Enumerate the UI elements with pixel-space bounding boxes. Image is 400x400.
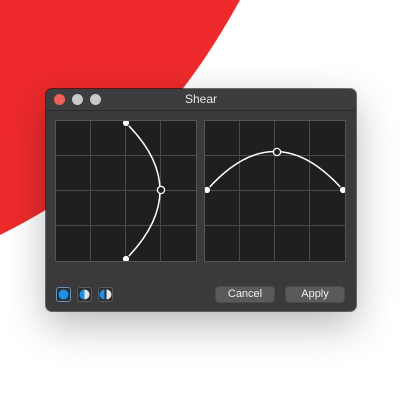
circle-split-icon bbox=[99, 289, 112, 300]
control-point-right[interactable] bbox=[338, 185, 345, 195]
window-title: Shear bbox=[184, 92, 218, 106]
vertical-shear-graph[interactable] bbox=[56, 121, 196, 261]
horizontal-shear-graph[interactable] bbox=[205, 121, 345, 261]
control-point-middle[interactable] bbox=[272, 147, 282, 157]
title-bar[interactable]: Shear bbox=[46, 89, 356, 111]
control-point-middle[interactable] bbox=[156, 185, 166, 195]
desktop: Shear Cancel Apply bbox=[0, 0, 400, 400]
control-point-left[interactable] bbox=[205, 185, 212, 195]
control-point-top[interactable] bbox=[121, 121, 131, 128]
vertical-shear-curve-panel[interactable] bbox=[55, 120, 197, 262]
circle-filled-icon bbox=[58, 289, 69, 300]
wrap-mode-button-2[interactable] bbox=[77, 287, 92, 302]
horizontal-shear-curve-panel[interactable] bbox=[204, 120, 346, 262]
wrap-mode-button-3[interactable] bbox=[98, 287, 113, 302]
shear-window: Shear Cancel Apply bbox=[46, 89, 356, 311]
cancel-button[interactable]: Cancel bbox=[215, 286, 275, 303]
apply-button[interactable]: Apply bbox=[285, 286, 345, 303]
circle-half-icon bbox=[79, 289, 90, 300]
wrap-mode-button-1[interactable] bbox=[56, 287, 71, 302]
control-point-bottom[interactable] bbox=[121, 254, 131, 261]
